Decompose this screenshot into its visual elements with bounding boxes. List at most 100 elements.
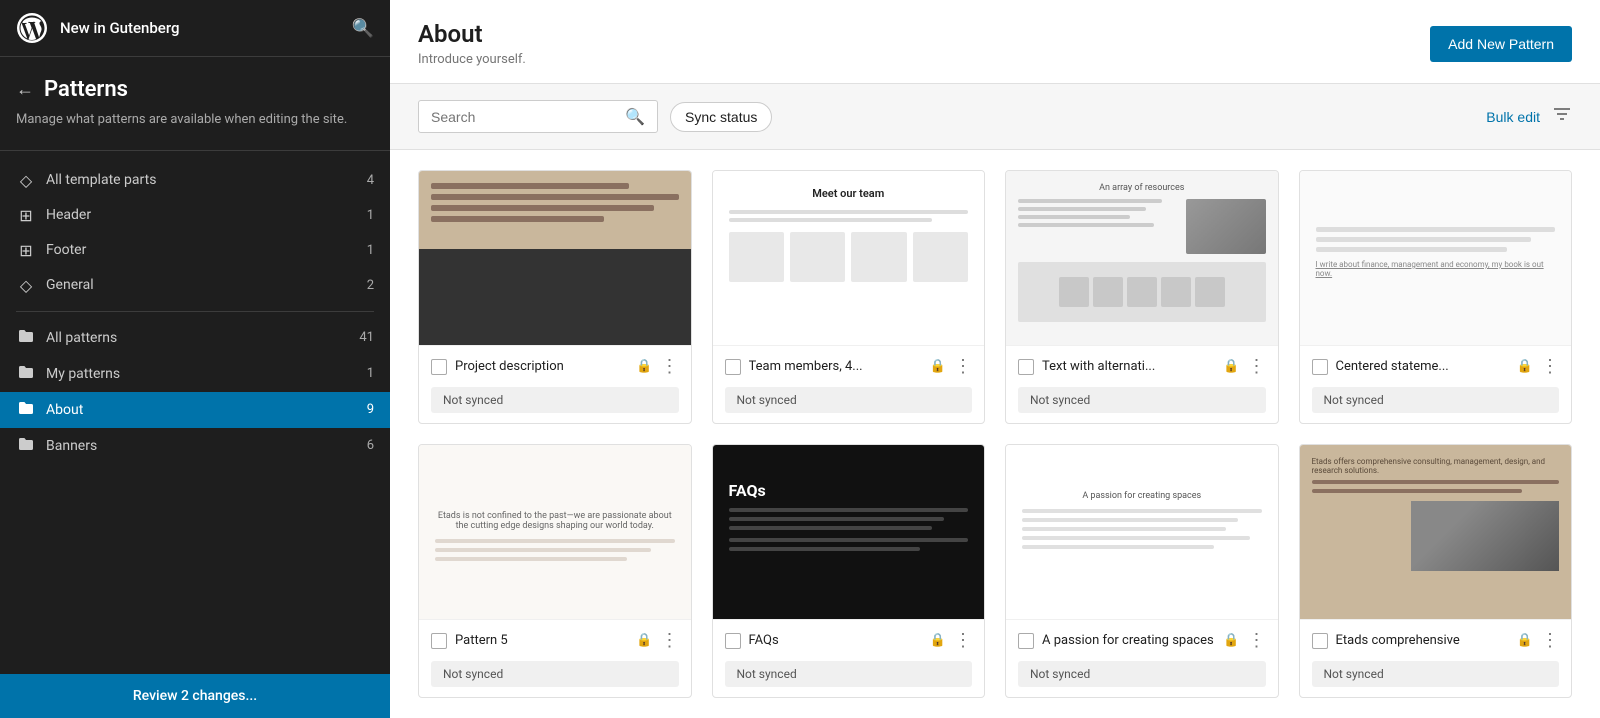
pattern-checkbox-4[interactable] <box>1312 359 1328 375</box>
pattern-card: A passion for creating spaces A passion … <box>1005 444 1279 698</box>
nav-item-count: 1 <box>367 243 374 258</box>
more-options-icon[interactable]: ⋮ <box>1541 356 1559 377</box>
preview-line <box>729 517 945 521</box>
preview-line <box>1316 237 1532 242</box>
back-button[interactable]: ← <box>16 79 34 100</box>
layout-icon-header: ⊞ <box>16 206 36 225</box>
grid-item <box>1093 277 1123 307</box>
sidebar-divider <box>16 311 374 312</box>
search-box[interactable]: 🔍 <box>418 100 658 133</box>
sidebar-nav: ◇ All template parts 4 ⊞ Header 1 ⊞ Foot… <box>0 155 390 675</box>
nav-item-count: 1 <box>367 208 374 223</box>
folder-icon-my <box>16 364 36 384</box>
pattern-checkbox-3[interactable] <box>1018 359 1034 375</box>
more-options-icon[interactable]: ⋮ <box>954 630 972 651</box>
preview-text-col <box>1018 199 1178 254</box>
sidebar: New in Gutenberg 🔍 ← Patterns Manage wha… <box>0 0 390 718</box>
pattern-footer: Project description 🔒 ⋮ <box>419 345 691 387</box>
pattern-name: A passion for creating spaces <box>1042 633 1215 648</box>
preview-line <box>1018 207 1146 211</box>
preview-content: A passion for creating spaces <box>1006 445 1278 570</box>
pattern-footer: Text with alternati... 🔒 ⋮ <box>1006 345 1278 387</box>
diamond-icon: ◇ <box>16 171 36 190</box>
sync-badge-8: Not synced <box>1312 661 1560 687</box>
section-divider-1 <box>0 150 390 151</box>
sidebar-item-header[interactable]: ⊞ Header 1 <box>0 198 390 233</box>
preview-image-area <box>419 249 691 345</box>
lock-icon: 🔒 <box>930 359 946 374</box>
sidebar-item-all-template-parts[interactable]: ◇ All template parts 4 <box>0 163 390 198</box>
bulk-edit-button[interactable]: Bulk edit <box>1486 109 1540 125</box>
nav-item-count: 6 <box>367 438 374 453</box>
sidebar-item-footer[interactable]: ⊞ Footer 1 <box>0 233 390 268</box>
filter-icon-button[interactable] <box>1552 104 1572 129</box>
pattern-footer: Pattern 5 🔒 ⋮ <box>419 619 691 661</box>
lock-icon: 🔒 <box>1223 633 1239 648</box>
search-icon-top[interactable]: 🔍 <box>352 18 374 39</box>
sidebar-item-general[interactable]: ◇ General 2 <box>0 268 390 303</box>
sync-badge-5: Not synced <box>431 661 679 687</box>
preview-line <box>435 557 627 561</box>
nav-item-count: 1 <box>367 366 374 381</box>
more-options-icon[interactable]: ⋮ <box>954 356 972 377</box>
sidebar-title: Patterns <box>44 77 128 102</box>
nav-item-label: General <box>46 277 357 293</box>
pattern-checkbox-5[interactable] <box>431 633 447 649</box>
preview-line <box>1022 527 1226 531</box>
preview-top-section <box>1018 199 1266 254</box>
sidebar-item-banners[interactable]: Banners 6 <box>0 428 390 464</box>
sidebar-description: Manage what patterns are available when … <box>0 110 390 146</box>
preview-line <box>1018 199 1162 203</box>
sidebar-item-about[interactable]: About 9 <box>0 392 390 428</box>
pattern-card: Project description 🔒 ⋮ Not synced <box>418 170 692 424</box>
pattern-checkbox-8[interactable] <box>1312 633 1328 649</box>
sync-badge-7: Not synced <box>1018 661 1266 687</box>
preview-line <box>729 547 921 551</box>
pattern-name: Text with alternati... <box>1042 359 1215 374</box>
preview-boxes <box>729 232 969 282</box>
sync-status-button[interactable]: Sync status <box>670 102 772 132</box>
pattern-checkbox-2[interactable] <box>725 359 741 375</box>
preview-box <box>913 232 968 282</box>
sidebar-top-bar: New in Gutenberg 🔍 <box>0 0 390 57</box>
preview-text-area <box>419 171 691 249</box>
preview-line <box>1316 247 1508 252</box>
pattern-checkbox-7[interactable] <box>1018 633 1034 649</box>
page-title: About <box>418 20 526 48</box>
more-options-icon[interactable]: ⋮ <box>1248 356 1266 377</box>
pattern-footer: Centered stateme... 🔒 ⋮ <box>1300 345 1572 387</box>
preview-line <box>1022 518 1238 522</box>
preview-image <box>1186 199 1266 254</box>
preview-line <box>729 538 969 542</box>
pattern-preview-7: A passion for creating spaces <box>1006 445 1278 619</box>
preview-line <box>729 210 969 214</box>
pattern-checkbox-6[interactable] <box>725 633 741 649</box>
main-header-left: About Introduce yourself. <box>418 20 526 67</box>
sync-badge-2: Not synced <box>725 387 973 413</box>
review-changes-bar[interactable]: Review 2 changes... <box>0 674 390 718</box>
pattern-name: Centered stateme... <box>1336 359 1509 374</box>
preview-line <box>435 539 675 543</box>
pattern-checkbox-1[interactable] <box>431 359 447 375</box>
lock-icon: 🔒 <box>930 633 946 648</box>
pattern-name: Project description <box>455 359 628 374</box>
sidebar-item-all-patterns[interactable]: All patterns 41 <box>0 320 390 356</box>
search-input[interactable] <box>431 109 617 125</box>
preview-link: I write about finance, management and ec… <box>1316 260 1556 278</box>
more-options-icon[interactable]: ⋮ <box>661 356 679 377</box>
pattern-card: Etads offers comprehensive consulting, m… <box>1299 444 1573 698</box>
more-options-icon[interactable]: ⋮ <box>661 630 679 651</box>
preview-line <box>431 205 654 211</box>
add-new-pattern-button[interactable]: Add New Pattern <box>1430 26 1572 62</box>
preview-small-text: A passion for creating spaces <box>1022 491 1262 501</box>
sidebar-item-my-patterns[interactable]: My patterns 1 <box>0 356 390 392</box>
sync-badge-4: Not synced <box>1312 387 1560 413</box>
nav-item-label: Banners <box>46 438 357 454</box>
more-options-icon[interactable]: ⋮ <box>1541 630 1559 651</box>
pattern-card: Etads is not confined to the past—we are… <box>418 444 692 698</box>
preview-content: Etads is not confined to the past—we are… <box>419 445 691 582</box>
more-options-icon[interactable]: ⋮ <box>1248 630 1266 651</box>
pattern-footer: FAQs 🔒 ⋮ <box>713 619 985 661</box>
preview-line <box>1022 536 1250 540</box>
nav-item-label: Header <box>46 207 357 223</box>
